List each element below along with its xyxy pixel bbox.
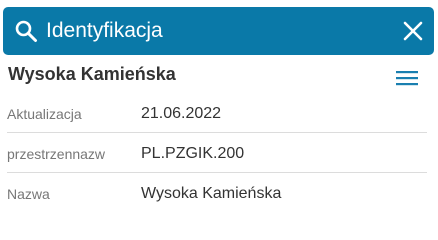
- attribute-value: PL.PZGIK.200: [141, 145, 245, 162]
- attribute-table: Aktualizacja 21.06.2022 przestrzennazw P…: [0, 93, 438, 213]
- hamburger-menu-icon[interactable]: [396, 70, 418, 86]
- attribute-row: przestrzennazw PL.PZGIK.200: [0, 133, 438, 173]
- attribute-row: Aktualizacja 21.06.2022: [0, 93, 438, 133]
- close-icon[interactable]: [402, 20, 424, 42]
- attribute-key: przestrzennazw: [7, 146, 106, 162]
- identify-panel: Identyfikacja Wysoka Kamieńska Aktualiza…: [0, 0, 438, 217]
- attribute-row: Nazwa Wysoka Kamieńska: [0, 173, 438, 213]
- identify-title: Identyfikacja: [46, 19, 163, 42]
- attribute-value: Wysoka Kamieńska: [141, 185, 282, 202]
- attribute-key: Nazwa: [7, 186, 50, 202]
- attribute-value: 21.06.2022: [141, 105, 222, 122]
- feature-title: Wysoka Kamieńska: [8, 64, 176, 84]
- attribute-key: Aktualizacja: [7, 106, 82, 122]
- search-icon: [15, 20, 37, 42]
- identify-header: Identyfikacja: [3, 7, 434, 55]
